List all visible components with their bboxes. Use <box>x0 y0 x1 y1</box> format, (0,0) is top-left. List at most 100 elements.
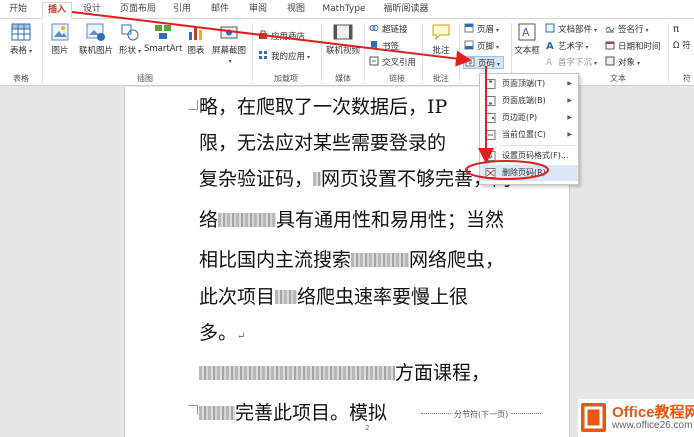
group-label-media: 媒体 <box>335 74 351 83</box>
ribbon-separator <box>252 23 253 83</box>
chart-button[interactable]: 图表 <box>185 22 207 56</box>
object-button[interactable]: 对象 ▾ <box>605 56 640 69</box>
ribbon-separator <box>364 23 365 83</box>
signature-line-button[interactable]: 签名行 ▾ <box>605 23 649 36</box>
document-text-line: 复杂验证码， 网页设置不够完善，网 <box>199 168 512 190</box>
smartart-icon <box>155 25 171 39</box>
document-parts-label: 文档部件 <box>558 25 593 35</box>
blurred-text <box>199 366 395 380</box>
tab-view[interactable]: 视图 <box>282 2 310 19</box>
menu-item-remove-page-numbers[interactable]: 删除页码(R) <box>480 165 578 181</box>
table-button[interactable]: 表格 ▾ <box>6 22 36 56</box>
footer-button[interactable]: 页脚 ▾ <box>464 40 499 53</box>
current-position-icon <box>485 130 496 140</box>
tab-page-layout[interactable]: 页面布局 <box>114 2 162 19</box>
tab-review[interactable]: 审阅 <box>244 2 272 19</box>
equation-button[interactable]: π <box>673 23 679 36</box>
menu-item-format-page-numbers[interactable]: # 设置页码格式(F)... <box>480 148 578 164</box>
paragraph-mark-icon: ↵ <box>237 331 246 342</box>
comment-button[interactable]: 批注 <box>428 22 454 56</box>
section-break-marker: 分节符(下一页) <box>418 409 544 420</box>
bookmark-label: 书签 <box>382 42 400 52</box>
page-number-icon: # <box>465 57 475 67</box>
ribbon-separator <box>321 23 322 83</box>
dropcap-button[interactable]: A 首字下沉 ▾ <box>545 56 597 69</box>
menu-item-bottom-of-page[interactable]: 页面底端(B) ▶ <box>480 93 578 109</box>
page-number-marker: 2 <box>365 424 370 432</box>
smartart-button[interactable]: SmartArt <box>144 22 182 54</box>
shapes-button[interactable]: 形状 ▾ <box>117 22 143 56</box>
symbol-button[interactable]: Ω 符 <box>673 40 691 53</box>
menu-item-current-position[interactable]: 当前位置(C) ▶ <box>480 127 578 143</box>
picture-icon <box>51 23 69 41</box>
office-logo-icon <box>581 403 606 432</box>
apps-icon <box>259 51 267 59</box>
tab-design[interactable]: 设计 <box>78 2 106 19</box>
document-text-line: 多。↵ <box>199 322 246 344</box>
document-text-line: 限，无法应对某些需要登录的 <box>199 132 447 154</box>
submenu-arrow-icon: ▶ <box>567 131 572 138</box>
header-icon <box>464 23 474 33</box>
site-logo: Office教程网 www.office26.com <box>578 399 694 437</box>
comment-label: 批注 <box>432 46 450 56</box>
ribbon-separator <box>668 23 669 83</box>
tab-references[interactable]: 引用 <box>168 2 196 19</box>
bookmark-button[interactable]: 书签 <box>369 40 399 53</box>
my-apps-button[interactable]: 我的应用 ▾ <box>258 50 310 63</box>
comment-icon <box>432 24 450 41</box>
omega-icon: Ω <box>673 41 680 51</box>
picture-label: 图片 <box>51 46 69 56</box>
tab-mailings[interactable]: 邮件 <box>206 2 234 19</box>
document-text-line: 络具有通用性和易用性；当然 <box>199 209 505 231</box>
svg-text:#: # <box>488 154 493 161</box>
margin-corner-mark <box>188 100 198 110</box>
online-picture-icon <box>86 23 105 41</box>
menu-item-top-of-page[interactable]: 页面顶端(T) ▶ <box>480 76 578 92</box>
blurred-text <box>351 253 410 267</box>
document-parts-button[interactable]: 文档部件 ▾ <box>545 23 597 36</box>
blurred-text <box>218 213 277 227</box>
online-picture-button[interactable]: 联机图片 <box>76 22 116 56</box>
table-label: 表格 <box>9 46 27 56</box>
logo-url-text: www.office26.com <box>612 420 693 431</box>
page-number-button[interactable]: # 页码 ▾ <box>463 56 505 69</box>
tab-home[interactable]: 开始 <box>4 2 32 19</box>
document-text-line: 此次项目 络爬虫速率要慢上很 <box>199 286 469 308</box>
chart-label: 图表 <box>187 46 205 56</box>
hyperlink-button[interactable]: 超链接 <box>369 23 408 36</box>
submenu-arrow-icon: ▶ <box>567 80 572 87</box>
my-apps-label: 我的应用 <box>271 52 306 62</box>
tab-insert[interactable]: 插入 <box>42 2 72 19</box>
menu-separator <box>500 145 576 146</box>
online-picture-label: 联机图片 <box>78 46 113 56</box>
tab-foxit-reader[interactable]: 福昕阅读器 <box>378 2 434 19</box>
cross-reference-button[interactable]: 交叉引用 <box>369 56 416 69</box>
table-icon <box>11 23 31 41</box>
wordart-button[interactable]: A 艺术字 ▾ <box>545 40 589 53</box>
group-label-links: 链接 <box>389 74 405 83</box>
symbol-label: 符 <box>682 41 691 51</box>
textbox-button[interactable]: A 文本框 <box>513 22 541 56</box>
screenshot-button[interactable]: 屏幕截图▾ <box>210 22 248 66</box>
remove-page-numbers-icon <box>485 168 496 178</box>
bottom-of-page-icon <box>485 96 496 106</box>
video-icon <box>333 24 353 40</box>
picture-button[interactable]: 图片 <box>47 22 73 56</box>
header-button[interactable]: 页眉 ▾ <box>464 23 499 36</box>
smartart-label: SmartArt <box>144 44 183 54</box>
header-label: 页眉 <box>477 25 495 35</box>
date-time-button[interactable]: 日期和时间 <box>605 40 661 53</box>
group-label-comments: 批注 <box>433 74 449 83</box>
app-store-button[interactable]: 应用商店 <box>258 30 305 43</box>
svg-text:#: # <box>468 60 473 67</box>
document-text-line: 相比国内主流搜索 网络爬虫， <box>199 249 505 271</box>
svg-text:A: A <box>546 41 554 50</box>
page-margins-icon <box>485 113 496 123</box>
group-label-tables: 表格 <box>13 74 29 83</box>
online-video-button[interactable]: 联机视频 <box>323 22 363 56</box>
svg-text:A: A <box>546 58 553 66</box>
tab-mathtype[interactable]: MathType <box>320 2 368 19</box>
menu-item-page-margins[interactable]: 页边距(P) ▶ <box>480 110 578 126</box>
textbox-icon: A <box>518 23 536 41</box>
submenu-arrow-icon: ▶ <box>567 97 572 104</box>
